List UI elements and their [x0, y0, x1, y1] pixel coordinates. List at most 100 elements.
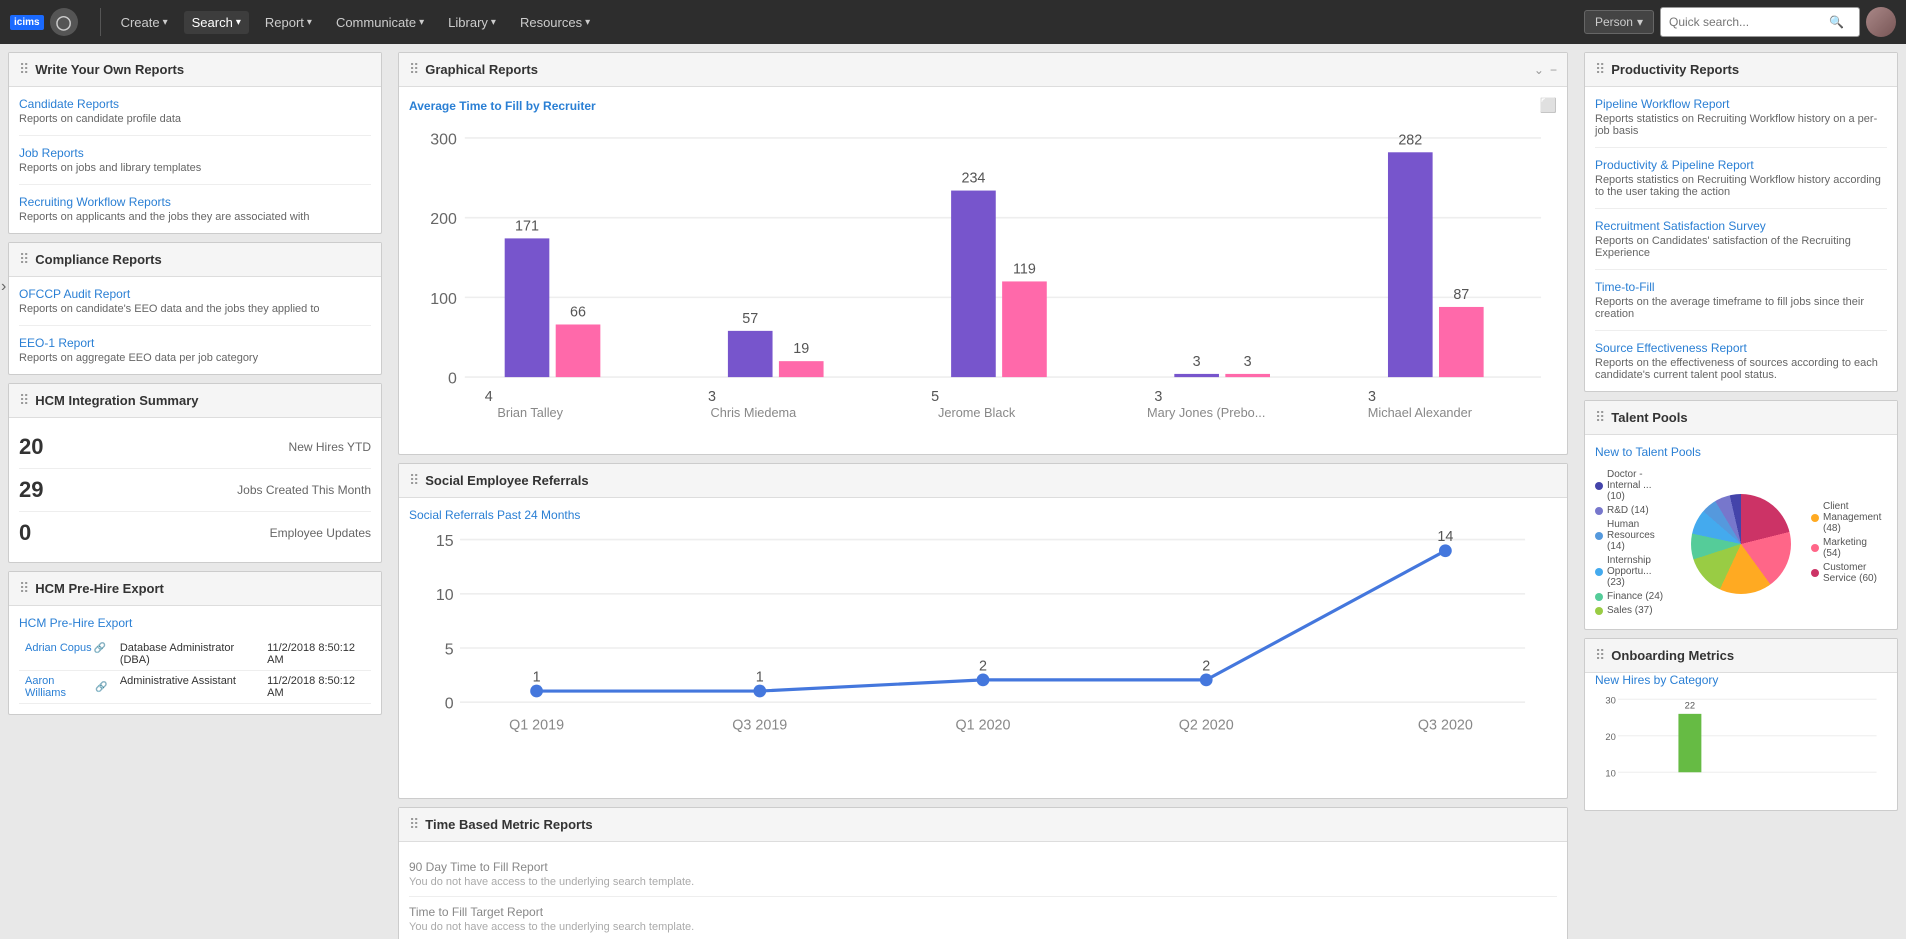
link-icon-1: 🔗 — [94, 643, 106, 654]
prehire-row-2: Aaron Williams 🔗 Administrative Assistan… — [19, 671, 371, 704]
report-arrow-icon: ▾ — [307, 17, 312, 28]
candidate-reports-link[interactable]: Candidate Reports — [19, 97, 371, 111]
svg-text:0: 0 — [448, 370, 457, 387]
prehire-name-1: Adrian Copus 🔗 — [19, 638, 114, 671]
eeo1-link[interactable]: EEO-1 Report — [19, 336, 371, 350]
logo-icon: ◯ — [50, 8, 78, 36]
avg-time-fill-link[interactable]: Average Time to Fill by Recruiter — [409, 99, 596, 113]
svg-text:10: 10 — [436, 587, 454, 604]
hcm-stat-new-hires: 20 New Hires YTD — [19, 426, 371, 469]
time-to-fill-link[interactable]: Time-to-Fill — [1595, 280, 1887, 294]
legend-dot-marketing — [1811, 544, 1819, 552]
legend-dot-client-mgmt — [1811, 514, 1819, 522]
left-column: ⠿ Write Your Own Reports Candidate Repor… — [0, 44, 390, 939]
productivity-pipeline-link-item: Productivity & Pipeline Report Reports s… — [1595, 158, 1887, 209]
new-to-talent-pools-link[interactable]: New to Talent Pools — [1595, 445, 1701, 459]
quick-search-box[interactable]: 🔍 — [1660, 7, 1860, 37]
source-effectiveness-link-item: Source Effectiveness Report Reports on t… — [1595, 341, 1887, 381]
prehire-table: Adrian Copus 🔗 Database Administrator (D… — [19, 638, 371, 704]
candidate-reports-link-item: Candidate Reports Reports on candidate p… — [19, 97, 371, 136]
candidate-reports-desc: Reports on candidate profile data — [19, 113, 371, 125]
source-effectiveness-link[interactable]: Source Effectiveness Report — [1595, 341, 1887, 355]
bar-michael-1 — [1388, 152, 1433, 377]
ofccp-link[interactable]: OFCCP Audit Report — [19, 287, 371, 301]
resources-arrow-icon: ▾ — [585, 17, 590, 28]
hcm-header: ⠿ HCM Integration Summary — [9, 384, 381, 418]
legend-dot-internship — [1595, 568, 1603, 576]
svg-text:10: 10 — [1605, 768, 1615, 778]
recruitment-satisfaction-link[interactable]: Recruitment Satisfaction Survey — [1595, 219, 1887, 233]
jobs-created-number: 29 — [19, 477, 59, 503]
pipeline-workflow-link[interactable]: Pipeline Workflow Report — [1595, 97, 1887, 111]
bar-chris-1 — [728, 331, 773, 377]
new-hires-category-link[interactable]: New Hires by Category — [1595, 673, 1718, 687]
new-hires-label: New Hires YTD — [289, 440, 371, 454]
nav-resources[interactable]: Resources ▾ — [512, 11, 598, 34]
svg-text:14: 14 — [1437, 530, 1453, 545]
svg-text:3: 3 — [708, 389, 716, 405]
nav-communicate[interactable]: Communicate ▾ — [328, 11, 432, 34]
eeo1-link-item: EEO-1 Report Reports on aggregate EEO da… — [19, 336, 371, 364]
svg-text:2: 2 — [1202, 658, 1210, 674]
talent-pools-header: ⠿ Talent Pools — [1585, 401, 1897, 435]
svg-text:171: 171 — [515, 218, 539, 234]
onboarding-grid-icon: ⠿ — [1595, 647, 1605, 664]
recruitment-satisfaction-link-item: Recruitment Satisfaction Survey Reports … — [1595, 219, 1887, 270]
nav-divider — [100, 8, 101, 36]
write-reports-body: Candidate Reports Reports on candidate p… — [9, 87, 381, 233]
talent-pools-panel: ⠿ Talent Pools New to Talent Pools Docto… — [1584, 400, 1898, 630]
svg-text:57: 57 — [742, 311, 758, 327]
ofccp-desc: Reports on candidate's EEO data and the … — [19, 303, 371, 315]
prehire-export-link[interactable]: HCM Pre-Hire Export — [19, 616, 132, 630]
quick-search-input[interactable] — [1669, 15, 1829, 29]
prehire-date-1: 11/2/2018 8:50:12 AM — [261, 638, 371, 671]
nav-create[interactable]: Create ▾ — [113, 11, 176, 34]
hcm-grid-icon: ⠿ — [19, 392, 29, 409]
nav-library[interactable]: Library ▾ — [440, 11, 504, 34]
social-title: Social Employee Referrals — [425, 473, 1557, 488]
compliance-body: › OFCCP Audit Report Reports on candidat… — [9, 277, 381, 374]
person-dropdown[interactable]: Person ▾ — [1584, 10, 1654, 34]
legend-rd: R&D (14) — [1595, 505, 1671, 516]
social-referrals-header: ⠿ Social Employee Referrals — [399, 464, 1567, 498]
social-referrals-panel: ⠿ Social Employee Referrals Social Refer… — [398, 463, 1568, 799]
ofccp-link-item: OFCCP Audit Report Reports on candidate'… — [19, 287, 371, 326]
productivity-pipeline-link[interactable]: Productivity & Pipeline Report — [1595, 158, 1887, 172]
write-reports-panel: ⠿ Write Your Own Reports Candidate Repor… — [8, 52, 382, 234]
pipeline-workflow-link-item: Pipeline Workflow Report Reports statist… — [1595, 97, 1887, 148]
chart-download-icon[interactable]: ⬜ — [1540, 97, 1557, 114]
time-report-2-name: Time to Fill Target Report — [409, 905, 1557, 919]
point-q3-2019 — [753, 685, 766, 698]
onboarding-chart-container: New Hires by Category 30 20 10 22 — [1585, 673, 1897, 810]
pie-legend: Doctor - Internal ... (10) R&D (14) Huma… — [1595, 469, 1671, 619]
minimize-icon[interactable]: − — [1550, 63, 1557, 77]
talent-grid-icon: ⠿ — [1595, 409, 1605, 426]
job-reports-link[interactable]: Job Reports — [19, 146, 371, 160]
legend-customer-service: Customer Service (60) — [1811, 562, 1887, 584]
svg-text:22: 22 — [1685, 701, 1695, 711]
employee-updates-label: Employee Updates — [270, 526, 371, 540]
hcm-title: HCM Integration Summary — [35, 393, 371, 408]
collapse-icon[interactable]: ⌄ — [1534, 63, 1544, 77]
bar-brian-2 — [556, 324, 601, 377]
social-chart-container: Social Referrals Past 24 Months 15 10 5 … — [399, 498, 1567, 798]
svg-text:Brian Talley: Brian Talley — [497, 405, 563, 420]
recruiting-workflow-link[interactable]: Recruiting Workflow Reports — [19, 195, 371, 209]
compliance-toggle-icon[interactable]: › — [1, 278, 6, 296]
nav-report[interactable]: Report ▾ — [257, 11, 320, 34]
social-referrals-link[interactable]: Social Referrals Past 24 Months — [409, 508, 580, 522]
prehire-date-2: 11/2/2018 8:50:12 AM — [261, 671, 371, 704]
legend-dot-finance — [1595, 593, 1603, 601]
time-report-1-name: 90 Day Time to Fill Report — [409, 860, 1557, 874]
bar-chart-svg: 300 200 100 0 171 66 4 — [409, 122, 1557, 441]
svg-text:3: 3 — [1368, 389, 1376, 405]
middle-column: ⠿ Graphical Reports ⌄ − Average Time to … — [390, 44, 1576, 939]
onboarding-bar-chart: 30 20 10 22 — [1595, 693, 1887, 797]
svg-text:282: 282 — [1398, 132, 1422, 148]
productivity-panel: ⠿ Productivity Reports Pipeline Workflow… — [1584, 52, 1898, 392]
graphical-header: ⠿ Graphical Reports ⌄ − — [399, 53, 1567, 87]
recruiting-workflow-desc: Reports on applicants and the jobs they … — [19, 211, 371, 223]
svg-text:Jerome Black: Jerome Black — [938, 405, 1016, 420]
nav-search[interactable]: Search ▾ — [184, 11, 249, 34]
avatar[interactable] — [1866, 7, 1896, 37]
